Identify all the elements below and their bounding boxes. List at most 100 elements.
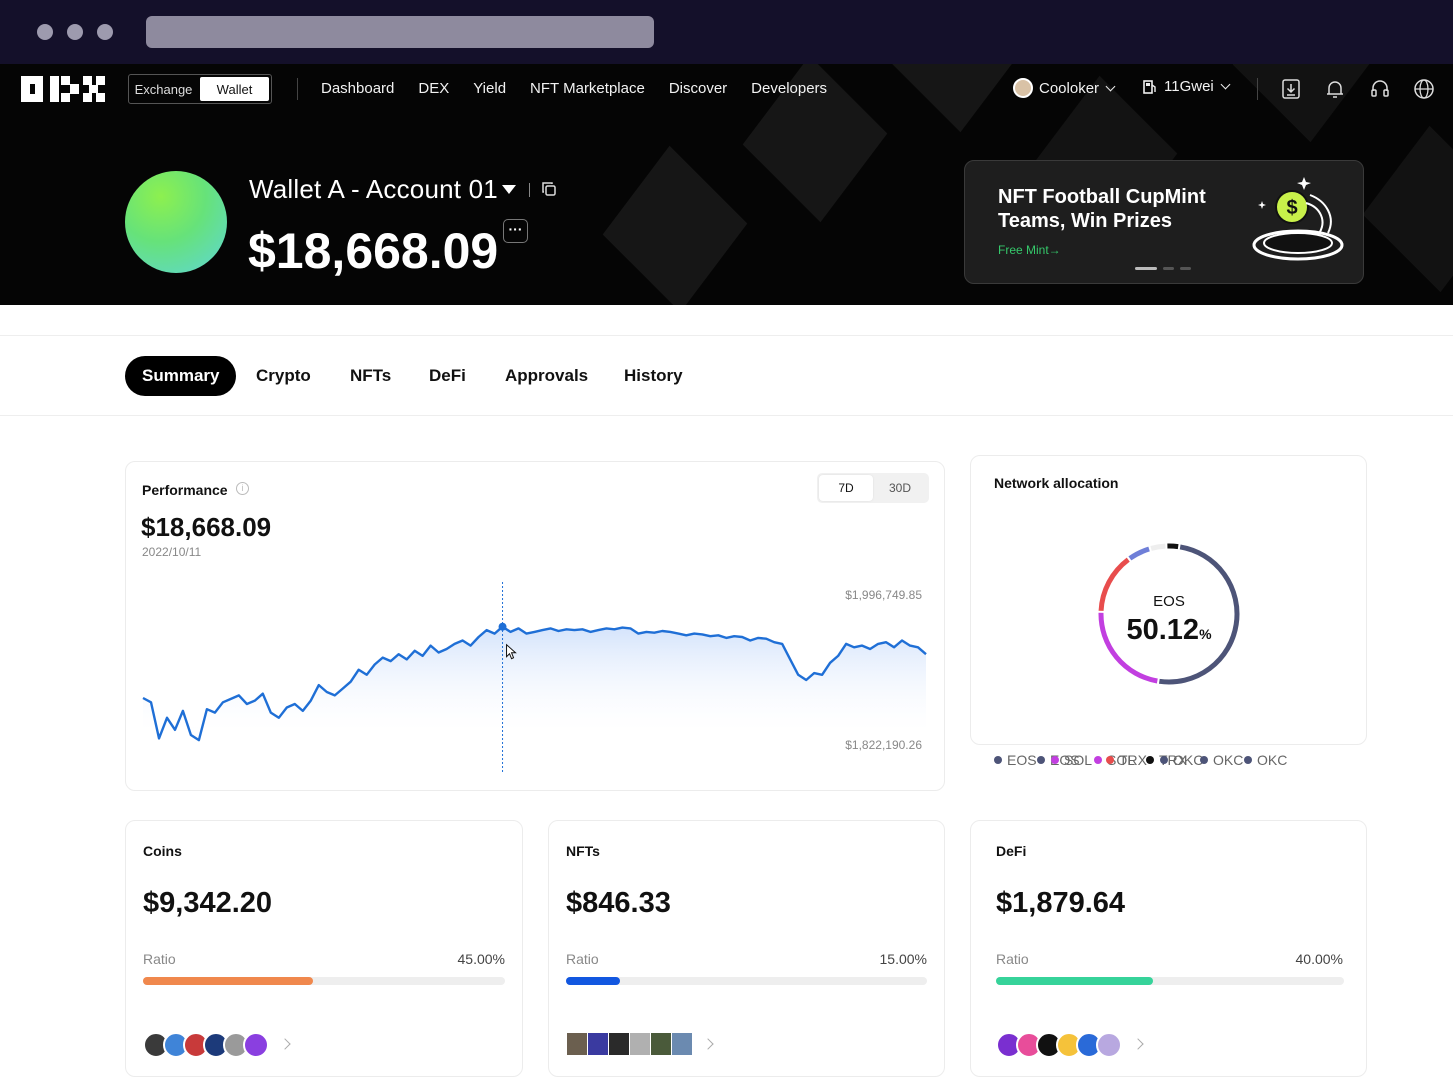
token-icon xyxy=(243,1032,269,1058)
promo-dot-3[interactable] xyxy=(1180,267,1191,270)
chevron-right-icon[interactable] xyxy=(279,1038,291,1050)
tab-summary[interactable]: Summary xyxy=(125,356,237,396)
promo-dot-2[interactable] xyxy=(1163,267,1174,270)
legend-item-eos[interactable]: EOS xyxy=(994,752,1037,768)
chevron-down-icon xyxy=(1220,79,1231,90)
nft-thumbnail xyxy=(650,1032,672,1056)
performance-chart[interactable] xyxy=(126,462,946,792)
promo-dot-1[interactable] xyxy=(1135,267,1157,270)
defi-card[interactable]: DeFi $1,879.64 Ratio 40.00% xyxy=(970,820,1367,1077)
window-minimize-dot[interactable] xyxy=(67,24,83,40)
nfts-card[interactable]: NFTs $846.33 Ratio 15.00% xyxy=(548,820,945,1077)
defi-value: $1,879.64 xyxy=(996,887,1126,919)
header-divider xyxy=(1257,78,1258,100)
promo-banner[interactable]: NFT Football CupMint Teams, Win Prizes F… xyxy=(964,160,1364,284)
coins-card[interactable]: Coins $9,342.20 Ratio 45.00% xyxy=(125,820,523,1077)
nav-nft-marketplace[interactable]: NFT Marketplace xyxy=(530,78,645,100)
copy-icon[interactable] xyxy=(541,181,557,197)
legend-label: SOL xyxy=(1064,752,1093,768)
legend-item-trx[interactable]: TRX xyxy=(1106,752,1147,768)
chevron-down-icon xyxy=(1105,81,1116,91)
legend-item-okc[interactable]: OKC xyxy=(1244,752,1287,768)
wallet-avatar xyxy=(125,171,227,273)
promo-free-mint-link[interactable]: Free Mint→ xyxy=(998,243,1061,257)
nfts-ratio-label: Ratio xyxy=(566,951,599,967)
user-menu[interactable]: Cooloker xyxy=(1013,78,1116,98)
legend-item-sol[interactable]: SOL xyxy=(1051,752,1092,768)
tab-history[interactable]: History xyxy=(624,356,683,396)
chevron-right-icon[interactable] xyxy=(702,1038,714,1050)
main-nav: Dashboard DEX Yield NFT Marketplace Disc… xyxy=(321,78,851,100)
headset-icon[interactable] xyxy=(1369,78,1391,100)
nft-thumbnail xyxy=(587,1032,609,1056)
coins-ratio-value: 45.00% xyxy=(457,951,505,967)
wallet-account-name[interactable]: Wallet A - Account 01 xyxy=(249,174,498,205)
allocation-legend: EOS EOS SOL SOL TRX TRX OKC OKC OKC xyxy=(994,752,1324,770)
nav-discover[interactable]: Discover xyxy=(669,78,727,100)
coins-ratio-bar xyxy=(143,977,505,985)
account-dropdown-icon[interactable] xyxy=(502,185,516,194)
performance-card: Performance i $18,668.09 2022/10/11 7D 3… xyxy=(125,461,945,791)
legend-label: OKC xyxy=(1173,752,1204,768)
nav-developers[interactable]: Developers xyxy=(751,78,827,100)
defi-ratio-label: Ratio xyxy=(996,951,1029,967)
promo-pagination xyxy=(1135,267,1191,270)
legend-dot xyxy=(1106,756,1114,764)
nav-dex[interactable]: DEX xyxy=(418,78,449,100)
donut-segment-okc-3[interactable] xyxy=(1128,546,1150,561)
legend-dot xyxy=(1037,756,1045,764)
tab-nfts[interactable]: NFTs xyxy=(350,356,391,396)
tab-defi[interactable]: DeFi xyxy=(429,356,466,396)
nfts-value: $846.33 xyxy=(566,887,671,919)
nft-thumbnail xyxy=(566,1032,588,1056)
chart-max-label: $1,996,749.85 xyxy=(845,588,922,602)
username: Cooloker xyxy=(1039,79,1100,97)
allocation-percent: 50.12 xyxy=(1126,614,1200,646)
nav-dashboard[interactable]: Dashboard xyxy=(321,78,394,100)
legend-dot xyxy=(1094,756,1102,764)
tab-crypto[interactable]: Crypto xyxy=(256,356,311,396)
nfts-title: NFTs xyxy=(566,843,600,859)
nfts-ratio-bar xyxy=(566,977,927,985)
network-allocation-title: Network allocation xyxy=(994,475,1119,491)
nfts-ratio-value: 15.00% xyxy=(879,951,927,967)
fuel-pump-icon xyxy=(1143,79,1156,94)
donut-segment-okc-4[interactable] xyxy=(1150,543,1166,551)
window-maximize-dot[interactable] xyxy=(97,24,113,40)
allocation-unit: % xyxy=(1199,626,1212,642)
gas-price: 11Gwei xyxy=(1164,78,1214,95)
chevron-right-icon[interactable] xyxy=(1132,1038,1144,1050)
okx-logo[interactable] xyxy=(21,76,105,102)
legend-dot xyxy=(1051,756,1059,764)
defi-ratio-value: 40.00% xyxy=(1295,951,1343,967)
legend-label: EOS xyxy=(1007,752,1037,768)
more-options-button[interactable]: ··· xyxy=(503,219,528,243)
browser-chrome xyxy=(0,0,1453,64)
mode-exchange-button[interactable]: Exchange xyxy=(129,75,198,103)
tab-approvals[interactable]: Approvals xyxy=(505,356,588,396)
download-icon[interactable] xyxy=(1280,78,1302,100)
legend-item-okc[interactable]: OKC xyxy=(1160,752,1203,768)
bell-icon[interactable] xyxy=(1324,78,1346,100)
defi-title: DeFi xyxy=(996,843,1027,859)
legend-item-okc[interactable]: OKC xyxy=(1200,752,1243,768)
gas-menu[interactable]: 11Gwei xyxy=(1142,78,1231,95)
nft-thumbnail xyxy=(629,1032,651,1056)
nfts-ratio-fill xyxy=(566,977,621,985)
legend-dot xyxy=(1146,756,1154,764)
window-close-dot[interactable] xyxy=(37,24,53,40)
coin-illustration-icon: $ xyxy=(1252,177,1344,261)
allocation-center-value: 50.12% xyxy=(971,614,1367,647)
user-avatar xyxy=(1013,78,1033,98)
legend-dot xyxy=(994,756,1002,764)
coins-title: Coins xyxy=(143,843,182,859)
donut-segment-okc-5[interactable] xyxy=(1167,543,1179,550)
globe-icon[interactable] xyxy=(1413,78,1435,100)
address-bar[interactable] xyxy=(146,16,654,48)
legend-dot xyxy=(1244,756,1252,764)
mode-wallet-button[interactable]: Wallet xyxy=(200,77,269,101)
coins-ratio-fill xyxy=(143,977,314,985)
account-divider xyxy=(529,183,530,197)
mode-toggle: Exchange Wallet xyxy=(128,74,272,104)
nav-yield[interactable]: Yield xyxy=(473,78,506,100)
